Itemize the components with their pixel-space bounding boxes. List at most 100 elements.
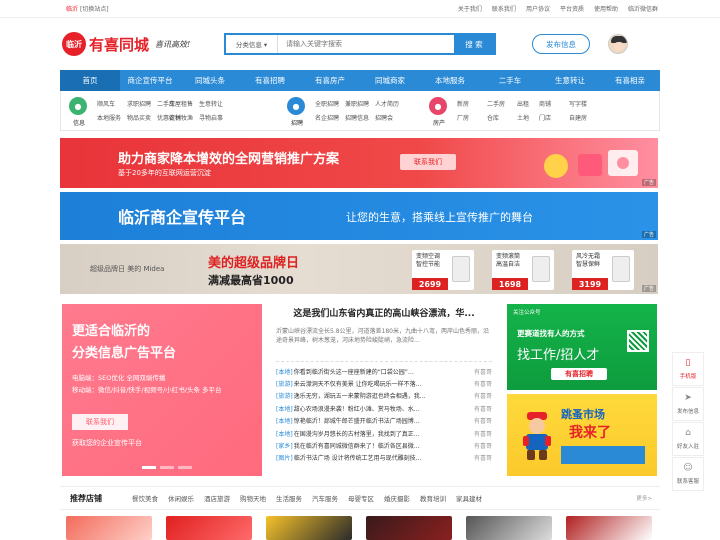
category-link[interactable]: 仓库 — [487, 113, 517, 122]
post-info-button[interactable]: 发布信息 — [532, 34, 590, 54]
site-logo[interactable]: 临沂 有喜同城 喜讯高效! — [62, 32, 190, 56]
category-link[interactable]: 名企招聘 — [315, 113, 345, 122]
nav-item[interactable]: 本地服务 — [420, 70, 480, 91]
news-item-title[interactable]: 临沂书法广场 设计将传统工艺用与现代雕刻技… — [294, 453, 466, 462]
category-link[interactable]: 招聘会 — [375, 113, 405, 122]
store-thumbnail[interactable] — [66, 516, 152, 540]
news-item[interactable]: [本地] 惊艳临沂！郯城牛郎芒盛开临沂书法广场园博… 有喜哥 — [276, 415, 492, 427]
store-tab[interactable]: 购物天地 — [240, 493, 266, 503]
category-link[interactable]: 写字楼 — [569, 99, 599, 108]
top-link[interactable]: 联系我们 — [492, 4, 516, 13]
carousel-dot[interactable] — [178, 466, 192, 469]
news-item[interactable]: [本地] 你看到临沂街头这一座座新建的“口袋公园”… 有喜哥 — [276, 365, 492, 377]
category-link[interactable]: 兼职招聘 — [345, 99, 375, 108]
category-link[interactable]: 本地服务 — [97, 113, 127, 122]
category-link[interactable]: 商铺 — [539, 99, 569, 108]
category-group-label[interactable]: 信息 — [67, 118, 91, 127]
nav-item[interactable]: 二手车 — [480, 70, 540, 91]
nav-item[interactable]: 同城商家 — [360, 70, 420, 91]
news-headline[interactable]: 这是我们山东省内真正的高山峡谷漂流，华... — [276, 306, 492, 319]
store-tab[interactable]: 母婴专区 — [348, 493, 374, 503]
banner-marketing[interactable]: 助力商家降本增效的全网营销推广方案 基于20多年的互联网运营沉淀 联系我们 广告 — [60, 138, 658, 188]
nav-item[interactable]: 首页 — [60, 70, 120, 91]
category-link[interactable]: 厂房 — [457, 113, 487, 122]
news-item-tag[interactable]: [本地] — [276, 404, 293, 413]
news-item-tag[interactable]: [图片] — [276, 453, 293, 462]
search-category-select[interactable]: 分类信息 ▾ — [226, 35, 278, 53]
category-link[interactable]: 农林牧渔 — [169, 113, 199, 122]
store-tab[interactable]: 家具建材 — [456, 493, 482, 503]
category-link[interactable]: 招聘信息 — [345, 113, 375, 122]
store-tab[interactable]: 休闲娱乐 — [168, 493, 194, 503]
nav-item[interactable]: 有喜相亲 — [600, 70, 660, 91]
category-link[interactable]: 求职招聘 — [127, 99, 157, 108]
category-group-label[interactable]: 招聘 — [285, 118, 309, 127]
left-ad-contact-button[interactable]: 联系我们 — [72, 414, 128, 430]
store-thumbnail[interactable] — [166, 516, 252, 540]
right-ad-wechat[interactable]: 关注公众号 更赛道找有人的方式 找工作/招人才 有喜招聘 — [507, 304, 657, 390]
news-item[interactable]: [旅游] 逸乐无穷，湖玩五一来蒙阴游逛也终会相遇，我… 有喜哥 — [276, 390, 492, 402]
stores-more-link[interactable]: 更多> — [636, 494, 652, 502]
store-tab[interactable]: 教育培训 — [420, 493, 446, 503]
product-card[interactable]: 变频空调 智控节能 2699 — [412, 250, 474, 290]
news-item[interactable]: [图片] 临沂书法广场 设计将传统工艺用与现代雕刻技… 有喜哥 — [276, 452, 492, 464]
news-item-tag[interactable]: [旅游] — [276, 379, 293, 388]
top-link[interactable]: 用户协议 — [526, 4, 550, 13]
top-link[interactable]: 关于我们 — [458, 4, 482, 13]
side-tool-手机版[interactable]: ▯ 手机版 — [672, 352, 704, 386]
store-thumbnail[interactable] — [566, 516, 652, 540]
category-link[interactable]: 新房 — [457, 99, 487, 108]
store-thumbnail[interactable] — [266, 516, 352, 540]
nav-item[interactable]: 商企宣传平台 — [120, 70, 180, 91]
news-item-title[interactable]: 你看到临沂街头这一座座新建的“口袋公园”… — [294, 367, 466, 376]
carousel-dot[interactable] — [142, 466, 156, 469]
banner-midea[interactable]: 超级品牌日 美的 Midea 美的超级品牌日 满减最高省1000 广告 变频空调… — [60, 244, 658, 294]
carousel-dot[interactable] — [160, 466, 174, 469]
store-thumbnail[interactable] — [366, 516, 452, 540]
switch-site-link[interactable]: [切换站点] — [80, 6, 109, 13]
side-tool-发布信息[interactable]: ➤ 发布信息 — [672, 387, 704, 421]
news-item-title[interactable]: 惊艳临沂！郯城牛郎芒盛开临沂书法广场园博… — [294, 416, 466, 425]
category-link[interactable]: 顺风车 — [97, 99, 127, 108]
category-link[interactable]: 物品买卖 — [127, 113, 157, 122]
nav-item[interactable]: 同城头条 — [180, 70, 240, 91]
side-tool-联系客服[interactable]: ☺ 联系客服 — [672, 457, 704, 491]
news-item[interactable]: [家乡] 我在临沂有喜同城微信群来了！临沂各区县微… 有喜哥 — [276, 439, 492, 451]
category-link[interactable]: 生意转让 — [199, 99, 229, 108]
side-tool-好友入驻[interactable]: ⌂ 好友入驻 — [672, 422, 704, 456]
briefcase-icon[interactable]: ● — [287, 97, 305, 115]
news-item-tag[interactable]: [家乡] — [276, 441, 293, 450]
news-item-title[interactable]: 在国漫沟岁月悠长的古村落里，我找到了真正… — [294, 429, 466, 438]
site-switch[interactable]: 临沂 [切换站点] — [66, 4, 109, 13]
category-link[interactable]: 寻物启事 — [199, 113, 229, 122]
product-card[interactable]: 变频滚筒 高温自洁 1698 — [492, 250, 554, 290]
top-link[interactable]: 平台资质 — [560, 4, 584, 13]
top-link[interactable]: 临沂微信群 — [628, 4, 658, 13]
news-item-title[interactable]: 来云濛洞天不仅有美景 让你吃喝玩乐一样不落… — [294, 379, 466, 388]
search-button[interactable]: 搜 索 — [454, 35, 494, 53]
nav-item[interactable]: 有喜房产 — [300, 70, 360, 91]
right-ad-flea-market[interactable]: 跳蚤市场 我来了 — [507, 394, 657, 476]
store-tab[interactable]: 婚庆摄影 — [384, 493, 410, 503]
news-item[interactable]: [旅游] 来云濛洞天不仅有美景 让你吃喝玩乐一样不落… 有喜哥 — [276, 377, 492, 389]
category-link[interactable]: 门店 — [539, 113, 569, 122]
banner-platform[interactable]: 临沂商企宣传平台 让您的生意，搭乘线上宣传推广的舞台 广告 — [60, 192, 658, 240]
news-item-tag[interactable]: [旅游] — [276, 391, 293, 400]
news-item-title[interactable]: 甜心农场浪漫来袭！粉红小滩、赏马牧场、水… — [294, 404, 466, 413]
banner-contact-button[interactable]: 联系我们 — [400, 154, 456, 170]
current-city[interactable]: 临沂 — [66, 6, 78, 13]
news-item-tag[interactable]: [本地] — [276, 416, 293, 425]
category-link[interactable]: 房屋租售 — [169, 99, 199, 108]
news-item-title[interactable]: 我在临沂有喜同城微信群来了！临沂各区县微… — [294, 441, 466, 450]
category-group-label[interactable]: 房产 — [427, 118, 451, 127]
nav-item[interactable]: 有喜招聘 — [240, 70, 300, 91]
news-item[interactable]: [本地] 在国漫沟岁月悠长的古村落里，我找到了真正… 有喜哥 — [276, 427, 492, 439]
nav-item[interactable]: 生意转让 — [540, 70, 600, 91]
store-tab[interactable]: 汽车服务 — [312, 493, 338, 503]
product-card[interactable]: 风冷无霜 智慧保鲜 3199 — [572, 250, 634, 290]
store-thumbnail[interactable] — [466, 516, 552, 540]
category-link[interactable]: 人才简历 — [375, 99, 405, 108]
category-link[interactable]: 二手房 — [487, 99, 517, 108]
house-icon[interactable]: ● — [429, 97, 447, 115]
category-link[interactable]: 全职招聘 — [315, 99, 345, 108]
